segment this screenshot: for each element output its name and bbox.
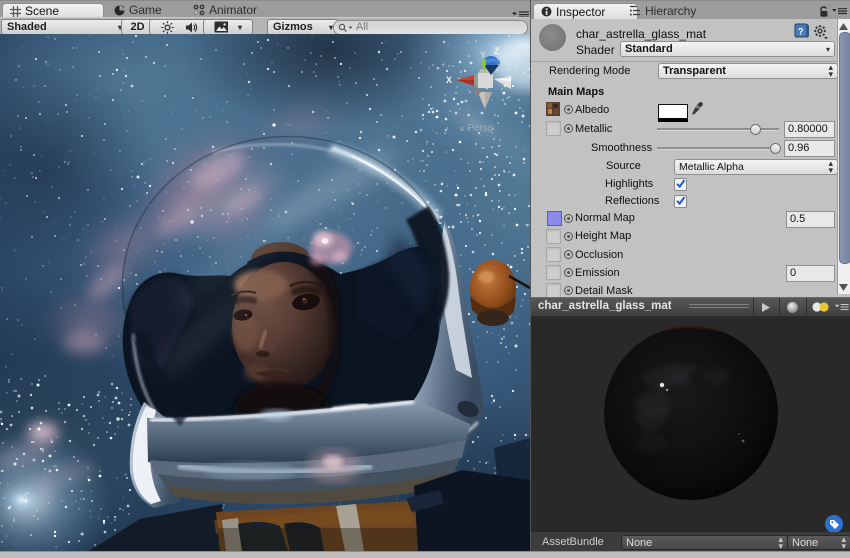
svg-text:Z: Z bbox=[494, 46, 500, 56]
svg-text:?: ? bbox=[798, 27, 804, 37]
svg-text:X: X bbox=[446, 75, 452, 85]
svg-text:Y: Y bbox=[480, 50, 486, 60]
svg-text:« Persp: « Persp bbox=[459, 123, 494, 134]
